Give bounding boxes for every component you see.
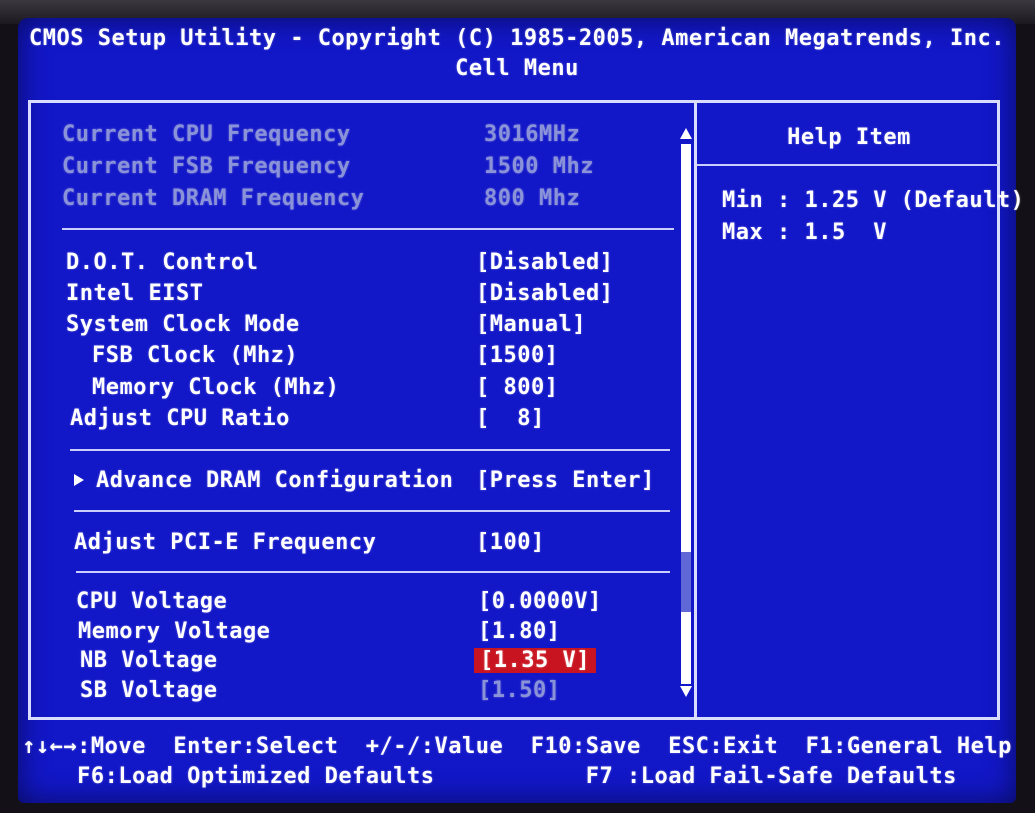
setting-label-cpu-voltage[interactable]: CPU Voltage [76, 589, 227, 615]
section-divider-4 [76, 571, 670, 573]
help-panel-divider [697, 164, 1000, 166]
panel-divider [694, 100, 697, 720]
scrollbar-thumb[interactable] [681, 552, 691, 612]
info-value-cpu-frequency: 3016MHz [484, 122, 581, 147]
setting-label-memory-voltage[interactable]: Memory Voltage [78, 619, 270, 645]
setting-value-system-clock-mode[interactable]: [Manual] [476, 312, 586, 338]
setting-value-adjust-cpu-ratio[interactable]: [ 8] [476, 406, 545, 432]
setting-value-sb-voltage[interactable]: [1.50] [478, 678, 560, 704]
info-label-dram-frequency: Current DRAM Frequency [62, 186, 365, 211]
setting-label-dot-control[interactable]: D.O.T. Control [66, 250, 258, 276]
info-value-fsb-frequency: 1500 Mhz [484, 154, 594, 179]
submenu-value-advance-dram[interactable]: [Press Enter] [476, 468, 655, 494]
setting-label-fsb-clock[interactable]: FSB Clock (Mhz) [92, 343, 298, 369]
help-line-min: Min : 1.25 V (Default) [722, 188, 1025, 213]
setting-value-memory-clock[interactable]: [ 800] [476, 375, 558, 401]
submenu-label-advance-dram[interactable]: Advance DRAM Configuration [96, 468, 453, 494]
setting-label-sb-voltage[interactable]: SB Voltage [80, 678, 217, 704]
setting-label-pcie-frequency[interactable]: Adjust PCI-E Frequency [74, 530, 376, 556]
setting-label-system-clock-mode[interactable]: System Clock Mode [66, 312, 300, 338]
setting-value-dot-control[interactable]: [Disabled] [476, 250, 613, 276]
submenu-arrow-icon [74, 474, 84, 486]
section-divider-1 [62, 228, 674, 230]
setting-value-pcie-frequency[interactable]: [100] [476, 530, 545, 556]
section-divider-3 [74, 510, 670, 512]
utility-title: CMOS Setup Utility - Copyright (C) 1985-… [29, 26, 1005, 51]
bios-screen: CMOS Setup Utility - Copyright (C) 1985-… [18, 18, 1024, 803]
footer-keys-line-1: ↑↓←→:Move Enter:Select +/-/:Value F10:Sa… [22, 734, 1012, 759]
setting-value-cpu-voltage[interactable]: [0.0000V] [478, 589, 602, 615]
setting-value-memory-voltage[interactable]: [1.80] [478, 619, 560, 645]
setting-label-adjust-cpu-ratio[interactable]: Adjust CPU Ratio [70, 406, 290, 432]
info-label-fsb-frequency: Current FSB Frequency [62, 154, 351, 179]
section-divider-2 [70, 449, 670, 451]
setting-label-nb-voltage[interactable]: NB Voltage [80, 648, 217, 674]
help-panel-title: Help Item [787, 125, 911, 150]
scroll-up-arrow-icon[interactable] [680, 128, 692, 139]
menu-title: Cell Menu [455, 56, 579, 81]
setting-label-intel-eist[interactable]: Intel EIST [66, 281, 203, 307]
help-line-max: Max : 1.5 V [722, 220, 887, 245]
setting-value-fsb-clock[interactable]: [1500] [476, 343, 558, 369]
info-value-dram-frequency: 800 Mhz [484, 186, 581, 211]
setting-value-nb-voltage-selected[interactable]: [1.35 V] [474, 648, 596, 673]
setting-label-memory-clock[interactable]: Memory Clock (Mhz) [92, 375, 339, 401]
info-label-cpu-frequency: Current CPU Frequency [62, 122, 351, 147]
scroll-down-arrow-icon[interactable] [680, 686, 692, 697]
footer-keys-line-2: F6:Load Optimized Defaults F7 :Load Fail… [77, 764, 957, 789]
setting-value-intel-eist[interactable]: [Disabled] [476, 281, 613, 307]
